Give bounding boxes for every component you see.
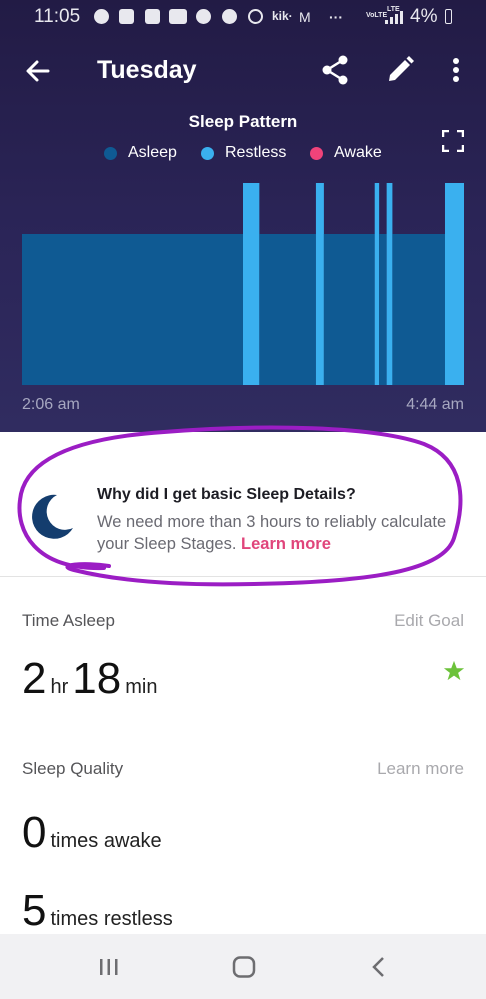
restless-label: times restless	[50, 908, 173, 930]
battery-percent: 4%	[410, 6, 438, 27]
sleep-quality-learn-more[interactable]: Learn more	[377, 759, 464, 779]
sleep-segment-restless	[444, 183, 464, 385]
share-icon[interactable]	[320, 54, 350, 86]
recent-apps-icon[interactable]	[98, 956, 120, 978]
page-title: Tuesday	[97, 56, 197, 84]
time-asleep-label: Time Asleep	[22, 611, 115, 630]
back-nav-icon[interactable]	[370, 956, 388, 978]
alert-icon	[222, 9, 237, 24]
hand-drawn-circle-annotation	[17, 425, 463, 587]
edit-goal-link[interactable]: Edit Goal	[394, 611, 464, 631]
times-awake-row: 0 times awake	[22, 808, 166, 858]
times-restless-row: 5 times restless	[22, 886, 177, 936]
message-icon	[119, 9, 134, 24]
facebook-icon	[94, 9, 109, 24]
app-icon	[145, 9, 160, 24]
home-icon[interactable]	[232, 956, 256, 978]
awake-count: 0	[22, 808, 47, 857]
sleep-segment-restless	[243, 183, 260, 385]
sleep-segment-restless	[386, 183, 393, 385]
legend-awake-swatch	[310, 147, 323, 160]
goal-star-icon	[443, 660, 465, 681]
chart-legend: Asleep Restless Awake	[0, 144, 486, 164]
sleep-segment-asleep	[379, 234, 387, 385]
legend-awake-label: Awake	[334, 144, 382, 161]
sleep-segment-asleep	[22, 234, 243, 385]
status-time: 11:05	[34, 6, 81, 27]
minutes-value: 18	[72, 654, 122, 703]
ifttt-icon	[169, 9, 187, 24]
fullscreen-icon[interactable]	[442, 130, 464, 152]
sleep-segment-asleep	[392, 234, 445, 385]
legend-restless-label: Restless	[225, 144, 287, 161]
legend-asleep-swatch	[104, 147, 117, 160]
battery-icon	[445, 9, 452, 24]
chart-title: Sleep Pattern	[188, 112, 298, 131]
gmail-icon: M	[299, 9, 311, 25]
hours-unit: hr	[50, 676, 69, 698]
legend-restless-swatch	[201, 147, 214, 160]
time-asleep-value: 2 hr18 min	[22, 654, 161, 704]
alert-icon	[196, 9, 211, 24]
restless-count: 5	[22, 886, 47, 935]
more-options-icon[interactable]	[444, 54, 468, 86]
status-bar: 11:05 kik· M ··· VoLTE LTE 4%	[0, 0, 486, 34]
app-bar: Tuesday	[0, 42, 486, 100]
sleep-segment-restless	[374, 183, 380, 385]
legend-asleep-label: Asleep	[128, 144, 177, 161]
chart-end-time: 4:44 am	[406, 396, 464, 413]
system-nav-bar	[0, 934, 486, 999]
sleep-pattern-chart	[22, 183, 464, 385]
minutes-unit: min	[125, 676, 158, 698]
missed-call-icon	[248, 9, 263, 24]
signal-icon	[385, 11, 403, 24]
edit-pencil-icon[interactable]	[385, 54, 415, 86]
kik-icon: kik·	[272, 9, 293, 23]
volte-icon: VoLTE	[366, 12, 388, 19]
awake-label: times awake	[50, 830, 162, 852]
sleep-quality-label: Sleep Quality	[22, 759, 124, 778]
sleep-segment-asleep	[323, 234, 375, 385]
hours-value: 2	[22, 654, 47, 703]
back-arrow-icon[interactable]	[22, 55, 54, 87]
chart-start-time: 2:06 am	[22, 396, 80, 413]
sleep-segment-asleep	[259, 234, 316, 385]
more-notifications-icon: ···	[329, 9, 343, 25]
sleep-segment-restless	[315, 183, 324, 385]
